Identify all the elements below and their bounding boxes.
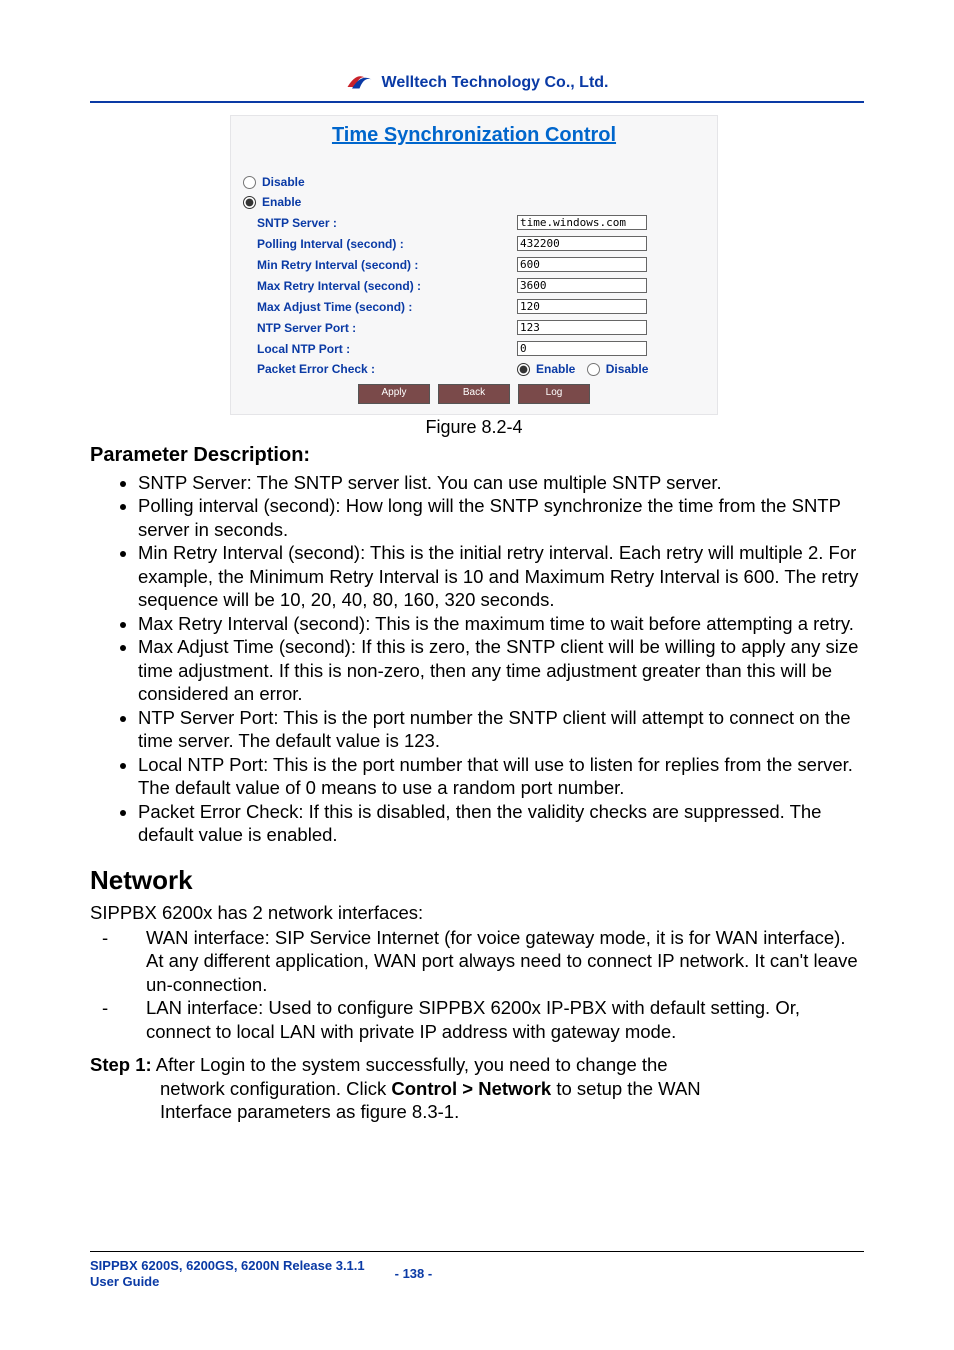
footer-guide: User Guide	[90, 1274, 159, 1289]
polling-interval-label: Polling Interval (second) :	[243, 237, 517, 251]
figure-time-sync: Time Synchronization Control Disable Ena…	[230, 115, 718, 438]
bullet-item: Polling interval (second): How long will…	[138, 494, 864, 541]
polling-interval-input[interactable]	[517, 236, 647, 251]
enable-label: Enable	[262, 195, 301, 209]
network-interface-list: WAN interface: SIP Service Internet (for…	[90, 926, 864, 1043]
step-1-block: Step 1: After Login to the system succes…	[90, 1053, 864, 1123]
bullet-item: Max Retry Interval (second): This is the…	[138, 612, 864, 635]
sntp-server-label: SNTP Server :	[243, 216, 517, 230]
enable-radio[interactable]	[243, 196, 256, 209]
packet-error-check-label: Packet Error Check :	[243, 362, 517, 376]
min-retry-input[interactable]	[517, 257, 647, 272]
bullet-item: NTP Server Port: This is the port number…	[138, 706, 864, 753]
step-1-text-d: Interface parameters as figure 8.3-1.	[160, 1100, 864, 1123]
step-1-text-a: After Login to the system successfully, …	[152, 1054, 668, 1075]
apply-button[interactable]: Apply	[358, 384, 430, 404]
ntp-server-port-input[interactable]	[517, 320, 647, 335]
bullet-item: Local NTP Port: This is the port number …	[138, 753, 864, 800]
local-ntp-port-input[interactable]	[517, 341, 647, 356]
bullet-item: SNTP Server: The SNTP server list. You c…	[138, 471, 864, 494]
pec-disable-label: Disable	[606, 362, 649, 376]
step-1-label: Step 1:	[90, 1054, 152, 1075]
max-adjust-label: Max Adjust Time (second) :	[243, 300, 517, 314]
step-1-bold-navpath: Control > Network	[391, 1078, 551, 1099]
disable-label: Disable	[262, 175, 305, 189]
log-button[interactable]: Log	[518, 384, 590, 404]
step-1-text-c: to setup the WAN	[551, 1078, 700, 1099]
network-intro: SIPPBX 6200x has 2 network interfaces:	[90, 902, 864, 924]
sntp-server-input[interactable]	[517, 215, 647, 230]
page-footer: SIPPBX 6200S, 6200GS, 6200N Release 3.1.…	[90, 1251, 864, 1291]
ntp-server-port-label: NTP Server Port :	[243, 321, 517, 335]
parameter-bullet-list: SNTP Server: The SNTP server list. You c…	[90, 471, 864, 847]
local-ntp-port-label: Local NTP Port :	[243, 342, 517, 356]
disable-radio[interactable]	[243, 176, 256, 189]
max-retry-label: Max Retry Interval (second) :	[243, 279, 517, 293]
back-button[interactable]: Back	[438, 384, 510, 404]
max-retry-input[interactable]	[517, 278, 647, 293]
figure-title: Time Synchronization Control	[230, 115, 718, 163]
bullet-item: Packet Error Check: If this is disabled,…	[138, 800, 864, 847]
footer-doc-name: SIPPBX 6200S, 6200GS, 6200N Release 3.1.…	[90, 1258, 365, 1273]
pec-disable-radio[interactable]	[587, 363, 600, 376]
company-name: Welltech Technology Co., Ltd.	[382, 74, 609, 92]
max-adjust-input[interactable]	[517, 299, 647, 314]
parameter-description-heading: Parameter Description:	[90, 444, 864, 467]
bullet-item: Min Retry Interval (second): This is the…	[138, 541, 864, 611]
bullet-item: Max Adjust Time (second): If this is zer…	[138, 635, 864, 705]
network-heading: Network	[90, 865, 864, 896]
page-header: Welltech Technology Co., Ltd.	[90, 70, 864, 103]
pec-enable-radio[interactable]	[517, 363, 530, 376]
footer-page-number: - 138 -	[395, 1258, 433, 1281]
min-retry-label: Min Retry Interval (second) :	[243, 258, 517, 272]
pec-enable-label: Enable	[536, 362, 575, 376]
step-1-text-b: network configuration. Click	[160, 1078, 391, 1099]
figure-caption: Figure 8.2-4	[230, 417, 718, 438]
list-item: WAN interface: SIP Service Internet (for…	[124, 926, 864, 996]
list-item: LAN interface: Used to configure SIPPBX …	[124, 996, 864, 1043]
welltech-logo-icon	[346, 70, 376, 92]
